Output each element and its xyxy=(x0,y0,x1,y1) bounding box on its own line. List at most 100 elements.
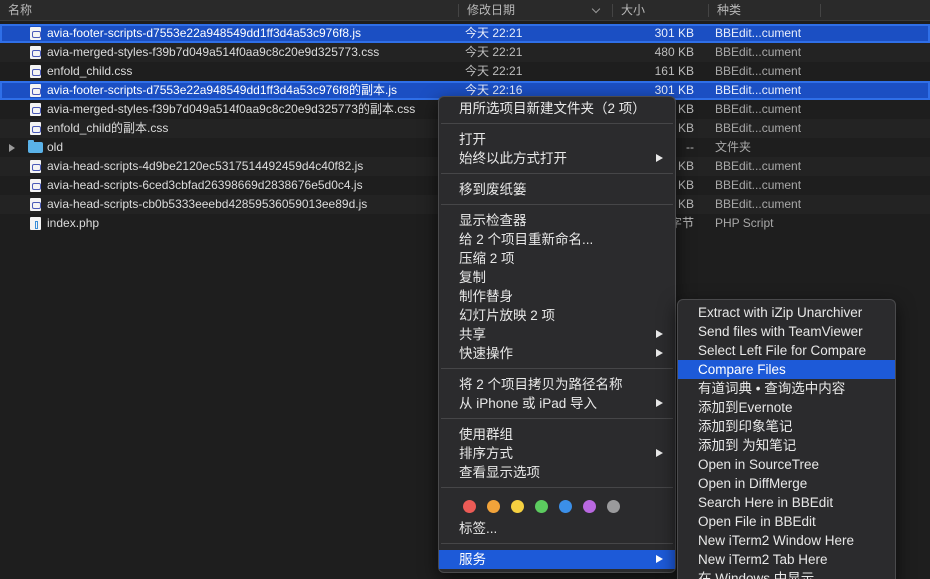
file-kind: BBEdit...cument xyxy=(715,45,802,59)
file-date: 今天 22:21 xyxy=(465,64,523,78)
js-file-icon xyxy=(30,160,41,173)
services-item[interactable]: Open File in BBEdit xyxy=(678,512,895,531)
tag-color-dot[interactable] xyxy=(487,500,500,513)
file-kind: BBEdit...cument xyxy=(715,178,802,192)
file-name: avia-merged-styles-f39b7d049a514f0aa9c8c… xyxy=(47,102,416,116)
services-item-label: New iTerm2 Tab Here xyxy=(698,552,828,567)
services-item[interactable]: New iTerm2 Tab Here xyxy=(678,550,895,569)
services-item[interactable]: Select Left File for Compare xyxy=(678,341,895,360)
file-name: avia-head-scripts-cb0b5333eeebd428595360… xyxy=(47,197,368,211)
services-item[interactable]: 添加到 为知笔记 xyxy=(678,436,895,455)
menu-item-show-inspector[interactable]: 显示检查器 xyxy=(439,211,675,230)
menu-item-sort-by[interactable]: 排序方式 xyxy=(439,444,675,463)
tag-color-dot[interactable] xyxy=(559,500,572,513)
menu-item-share[interactable]: 共享 xyxy=(439,325,675,344)
menu-item-tags[interactable]: 标签... xyxy=(439,519,675,538)
menu-item-open[interactable]: 打开 xyxy=(439,130,675,149)
file-kind: BBEdit...cument xyxy=(715,64,802,78)
file-kind: 文件夹 xyxy=(715,140,752,154)
menu-separator xyxy=(441,368,673,369)
services-item-label: Extract with iZip Unarchiver xyxy=(698,305,863,320)
column-divider xyxy=(612,4,613,17)
js-file-icon xyxy=(30,84,41,97)
services-item[interactable]: 添加到Evernote xyxy=(678,398,895,417)
services-item-label: Open in SourceTree xyxy=(698,457,820,472)
submenu-arrow-icon xyxy=(656,399,663,407)
column-divider xyxy=(820,4,821,17)
tag-color-dot[interactable] xyxy=(511,500,524,513)
menu-separator xyxy=(441,173,673,174)
file-row[interactable]: avia-footer-scripts-d7553e22a948549dd1ff… xyxy=(0,24,930,43)
services-item[interactable]: 添加到印象笔记 xyxy=(678,417,895,436)
menu-item-open-with[interactable]: 始终以此方式打开 xyxy=(439,149,675,168)
js-file-icon xyxy=(30,179,41,192)
file-kind: BBEdit...cument xyxy=(715,159,802,173)
tag-color-dot[interactable] xyxy=(583,500,596,513)
file-name: avia-footer-scripts-d7553e22a948549dd1ff… xyxy=(47,83,398,97)
file-row[interactable]: avia-merged-styles-f39b7d049a514f0aa9c8c… xyxy=(0,43,930,62)
file-size: KB xyxy=(677,178,694,192)
file-name: index.php xyxy=(47,216,100,230)
menu-item-make-alias[interactable]: 制作替身 xyxy=(439,287,675,306)
tag-color-dot[interactable] xyxy=(535,500,548,513)
services-item-label: 在 Windows 中显示 xyxy=(698,571,815,579)
services-item-label: New iTerm2 Window Here xyxy=(698,533,855,548)
services-item[interactable]: Search Here in BBEdit xyxy=(678,493,895,512)
services-item[interactable]: Send files with TeamViewer xyxy=(678,322,895,341)
services-item[interactable]: Compare Files xyxy=(678,360,895,379)
services-item[interactable]: 有道词典 • 查询选中内容 xyxy=(678,379,895,398)
services-item-label: Select Left File for Compare xyxy=(698,343,867,358)
menu-item-compress[interactable]: 压缩 2 项 xyxy=(439,249,675,268)
services-item[interactable]: 在 Windows 中显示 xyxy=(678,569,895,579)
menu-item-view-options[interactable]: 查看显示选项 xyxy=(439,463,675,482)
menu-separator xyxy=(441,204,673,205)
column-date-header[interactable]: 修改日期 xyxy=(467,0,515,21)
submenu-arrow-icon xyxy=(656,330,663,338)
services-item-label: Open File in BBEdit xyxy=(698,514,816,529)
services-item[interactable]: Open in SourceTree xyxy=(678,455,895,474)
menu-item-move-to-trash[interactable]: 移到废纸篓 xyxy=(439,180,675,199)
file-kind: BBEdit...cument xyxy=(715,83,802,97)
column-size-header[interactable]: 大小 xyxy=(621,0,645,21)
folder-icon xyxy=(28,140,43,153)
menu-item-rename[interactable]: 给 2 个项目重新命名... xyxy=(439,230,675,249)
submenu-arrow-icon xyxy=(656,449,663,457)
menu-item-duplicate[interactable]: 复制 xyxy=(439,268,675,287)
column-name-header[interactable]: 名称 xyxy=(8,0,32,21)
file-name: enfold_child的副本.css xyxy=(47,121,169,135)
file-kind: BBEdit...cument xyxy=(715,121,802,135)
menu-item-slideshow[interactable]: 幻灯片放映 2 项 xyxy=(439,306,675,325)
file-name: avia-merged-styles-f39b7d049a514f0aa9c8c… xyxy=(47,45,380,59)
menu-separator xyxy=(441,487,673,488)
services-item[interactable]: New iTerm2 Window Here xyxy=(678,531,895,550)
file-kind: BBEdit...cument xyxy=(715,102,802,116)
file-date: 今天 22:21 xyxy=(465,26,523,40)
services-item[interactable]: Open in DiffMerge xyxy=(678,474,895,493)
menu-item-quick-actions[interactable]: 快速操作 xyxy=(439,344,675,363)
context-menu: 用所选项目新建文件夹（2 项） 打开 始终以此方式打开 移到废纸篓 显示检查器 … xyxy=(438,96,676,573)
css-file-icon xyxy=(30,46,41,59)
file-row[interactable]: enfold_child.css 今天 22:21 161 KB BBEdit...c… xyxy=(0,62,930,81)
services-item-label: Send files with TeamViewer xyxy=(698,324,863,339)
services-item[interactable]: Extract with iZip Unarchiver xyxy=(678,303,895,322)
services-item-label: Compare Files xyxy=(698,362,786,377)
menu-separator xyxy=(441,418,673,419)
js-file-icon xyxy=(30,27,41,40)
tag-color-dot[interactable] xyxy=(607,500,620,513)
file-name: avia-head-scripts-4d9be2120ec53175144924… xyxy=(47,159,364,173)
file-size: 480 KB xyxy=(654,45,694,59)
menu-item-new-folder-with-selection[interactable]: 用所选项目新建文件夹（2 项） xyxy=(439,99,675,118)
tag-color-dot[interactable] xyxy=(463,500,476,513)
file-name: avia-footer-scripts-d7553e22a948549dd1ff… xyxy=(47,26,362,40)
file-size: KB xyxy=(677,102,694,116)
services-item-label: Open in DiffMerge xyxy=(698,476,808,491)
menu-item-copy-pathnames[interactable]: 将 2 个项目拷贝为路径名称 xyxy=(439,375,675,394)
menu-item-import-from-iphone[interactable]: 从 iPhone 或 iPad 导入 xyxy=(439,394,675,413)
column-kind-header[interactable]: 种类 xyxy=(717,0,741,21)
menu-item-use-groups[interactable]: 使用群组 xyxy=(439,425,675,444)
disclosure-triangle-icon[interactable] xyxy=(9,144,15,152)
file-kind: BBEdit...cument xyxy=(715,26,802,40)
css-file-icon xyxy=(30,122,41,135)
menu-item-services[interactable]: 服务 xyxy=(439,550,675,569)
services-item-label: 添加到 为知笔记 xyxy=(698,438,797,453)
